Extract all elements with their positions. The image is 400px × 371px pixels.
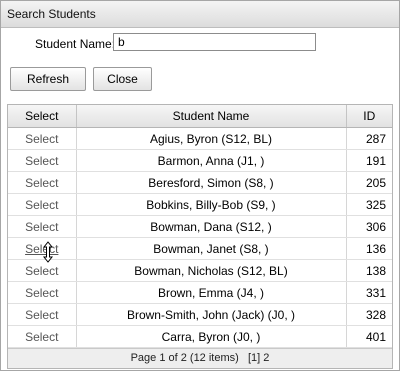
select-link[interactable]: Select [8, 303, 77, 326]
student-name-cell: Bowman, Nicholas (S12, BL) [76, 259, 347, 282]
student-name-cell: Brown, Emma (J4, ) [76, 281, 347, 304]
student-id-cell: 331 [346, 281, 392, 304]
table-row: Select Barmon, Anna (J1, ) 191 [8, 149, 392, 172]
student-id-cell: 401 [346, 325, 392, 348]
select-link[interactable]: Select [8, 149, 77, 172]
refresh-button[interactable]: Refresh [10, 67, 86, 91]
table-row: Select Agius, Byron (S12, BL) 287 [8, 127, 392, 150]
pager-current-page: [1] [247, 352, 261, 364]
students-grid: Select Student Name ID Select Agius, Byro… [7, 104, 393, 369]
student-id-cell: 287 [346, 127, 392, 150]
table-row: Select Bowman, Janet (S8, ) 136 [8, 237, 392, 260]
student-name-cell: Barmon, Anna (J1, ) [76, 149, 347, 172]
student-id-cell: 191 [346, 149, 392, 172]
column-header-student-name[interactable]: Student Name [76, 105, 347, 128]
pager-page-2-link[interactable]: 2 [263, 352, 269, 364]
table-row: Select Brown, Emma (J4, ) 331 [8, 281, 392, 304]
student-name-cell: Beresford, Simon (S8, ) [76, 171, 347, 194]
student-name-input[interactable] [113, 33, 316, 51]
select-link[interactable]: Select [8, 215, 77, 238]
student-id-cell: 136 [346, 237, 392, 260]
student-name-cell: Carra, Byron (J0, ) [76, 325, 347, 348]
select-link[interactable]: Select [8, 325, 77, 348]
select-link[interactable]: Select [8, 281, 77, 304]
student-name-row: Student Name: [1, 33, 399, 55]
table-row: Select Bowman, Dana (S12, ) 306 [8, 215, 392, 238]
students-table: Select Student Name ID Select Agius, Byro… [8, 105, 392, 348]
select-link[interactable]: Select [8, 127, 77, 150]
table-row: Select Bowman, Nicholas (S12, BL) 138 [8, 259, 392, 282]
select-link[interactable]: Select [8, 171, 77, 194]
column-header-id[interactable]: ID [346, 105, 392, 128]
student-id-cell: 205 [346, 171, 392, 194]
select-link[interactable]: Select [8, 193, 77, 216]
student-name-cell: Agius, Byron (S12, BL) [76, 127, 347, 150]
table-row: Select Brown-Smith, John (Jack) (J0, ) 328 [8, 303, 392, 326]
table-row: Select Carra, Byron (J0, ) 401 [8, 325, 392, 348]
pager-summary: Page 1 of 2 (12 items) [130, 352, 239, 364]
student-name-cell: Bowman, Dana (S12, ) [76, 215, 347, 238]
close-button[interactable]: Close [93, 67, 152, 91]
table-row: Select Beresford, Simon (S8, ) 205 [8, 171, 392, 194]
column-header-select[interactable]: Select [8, 105, 77, 128]
student-name-label: Student Name: [35, 37, 116, 51]
student-id-cell: 325 [346, 193, 392, 216]
student-id-cell: 328 [346, 303, 392, 326]
student-name-cell: Brown-Smith, John (Jack) (J0, ) [76, 303, 347, 326]
dialog-title: Search Students [7, 7, 96, 21]
move-cursor-icon [42, 241, 54, 263]
search-students-dialog: Search Students Student Name: Refresh Cl… [0, 0, 400, 371]
student-name-cell: Bobkins, Billy-Bob (S9, ) [76, 193, 347, 216]
table-header-row: Select Student Name ID [8, 105, 392, 128]
student-id-cell: 138 [346, 259, 392, 282]
student-name-cell: Bowman, Janet (S8, ) [76, 237, 347, 260]
title-bar: Search Students [1, 1, 399, 28]
student-id-cell: 306 [346, 215, 392, 238]
pager: Page 1 of 2 (12 items) [1] 2 [8, 348, 392, 368]
table-row: Select Bobkins, Billy-Bob (S9, ) 325 [8, 193, 392, 216]
